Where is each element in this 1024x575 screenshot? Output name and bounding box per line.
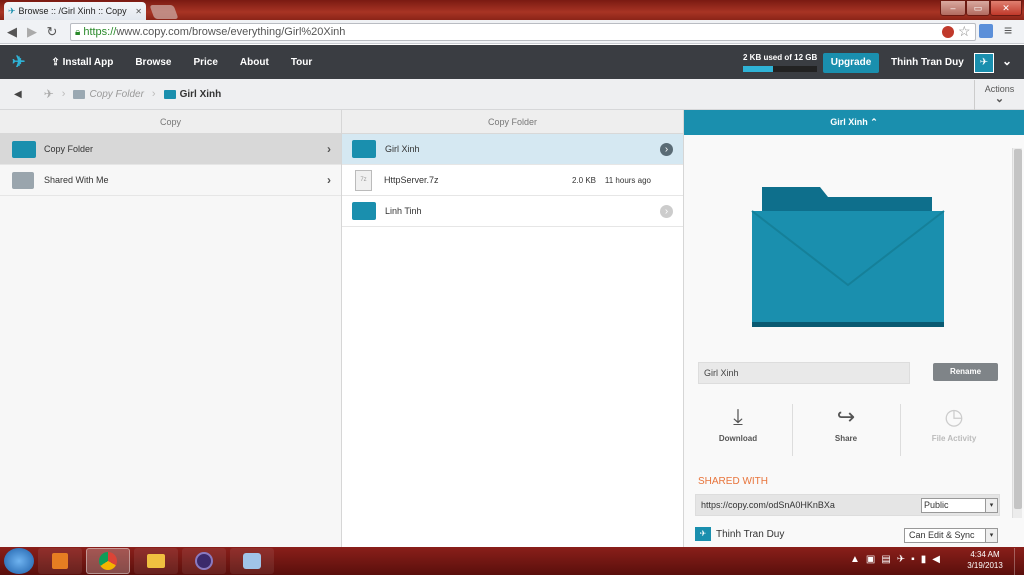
user-avatar[interactable]: ✈ xyxy=(974,53,994,73)
member-name: Thinh Tran Duy xyxy=(716,529,785,540)
show-desktop-button[interactable] xyxy=(1014,548,1024,575)
lock-icon: 🔒︎ xyxy=(75,26,81,38)
chevron-right-icon: › xyxy=(327,173,331,187)
breadcrumb-separator-icon: › xyxy=(61,88,66,100)
reload-icon[interactable]: ↻ xyxy=(44,24,60,40)
tour-link[interactable]: Tour xyxy=(291,57,312,68)
file-modified: 11 hours ago xyxy=(604,175,651,185)
chevron-right-circle-icon: › xyxy=(660,142,673,156)
url-path: www.copy.com/browse/everything/Girl%20Xi… xyxy=(116,26,346,38)
install-app-link[interactable]: ⇪ Install App xyxy=(51,57,113,68)
breadcrumb-home-icon[interactable]: ✈ xyxy=(44,87,54,101)
share-icon: ↪ xyxy=(836,404,856,429)
details-header[interactable]: Girl Xinh ⌃ xyxy=(684,110,1024,135)
breadcrumb-copy-folder[interactable]: Copy Folder xyxy=(89,89,143,100)
divider xyxy=(792,404,793,456)
permission-select[interactable]: Can Edit & Sync ▾ xyxy=(904,528,998,543)
shared-folder-icon xyxy=(12,171,34,189)
storage-usage-text: 2 KB used of 12 GB xyxy=(743,53,818,62)
upgrade-button[interactable]: Upgrade xyxy=(823,53,879,73)
file-size: 2.0 KB xyxy=(571,175,596,185)
rename-button[interactable]: Rename xyxy=(933,363,998,381)
folder-icon xyxy=(352,140,376,158)
chrome-menu-icon[interactable]: ≡ xyxy=(1004,22,1012,38)
new-tab-button[interactable] xyxy=(149,5,179,19)
breadcrumb-current: Girl Xinh xyxy=(179,88,222,100)
browse-link[interactable]: Browse xyxy=(135,57,171,68)
details-scrollbar[interactable] xyxy=(1012,148,1022,518)
scrollbar-thumb[interactable] xyxy=(1014,149,1022,509)
storage-usage-bar xyxy=(743,66,817,72)
visibility-select[interactable]: Public ▾ xyxy=(921,498,998,513)
copy-logo-icon[interactable]: ✈ xyxy=(12,52,25,72)
window-minimize-button[interactable]: – xyxy=(940,0,966,16)
share-link[interactable]: https://copy.com/odSnA0HKnBXa xyxy=(701,500,835,510)
storage-usage-fill xyxy=(743,66,773,72)
url-scheme: https:// xyxy=(83,26,117,38)
clock[interactable]: 4:34 AM 3/19/2013 xyxy=(962,549,1008,571)
list-item-copy-folder[interactable]: Copy Folder › xyxy=(0,134,341,165)
extension-icon[interactable] xyxy=(979,24,993,38)
address-bar[interactable]: 🔒︎ https:// www.copy.com/browse/everythi… xyxy=(70,23,976,41)
eclipse-icon[interactable] xyxy=(182,548,226,574)
browser-tab[interactable]: ✈ Browse :: /Girl Xinh :: Copy ✕ xyxy=(4,2,146,20)
divider xyxy=(900,404,901,456)
file-activity-button[interactable]: ◷ File Activity xyxy=(914,404,994,456)
column-header: Copy xyxy=(0,110,341,134)
media-player-icon[interactable] xyxy=(38,548,82,574)
about-link[interactable]: About xyxy=(240,57,269,68)
window-maximize-button[interactable]: ▭ xyxy=(966,0,990,16)
list-item-shared-with-me[interactable]: Shared With Me › xyxy=(0,165,341,196)
clock-icon: ◷ xyxy=(944,404,964,429)
chevron-right-circle-icon: › xyxy=(660,204,673,218)
back-icon[interactable]: ◀ xyxy=(4,24,20,40)
copy-favicon-icon: ✈ xyxy=(8,5,16,16)
list-item-girl-xinh[interactable]: Girl Xinh › xyxy=(342,134,683,165)
list-item-linh-tinh[interactable]: Linh Tinh › xyxy=(342,196,683,227)
share-button[interactable]: ↪ Share xyxy=(808,404,884,456)
user-menu-chevron-icon[interactable]: ⌄ xyxy=(1002,54,1012,68)
chevron-right-icon: › xyxy=(327,142,331,156)
explorer-icon[interactable] xyxy=(134,548,178,574)
folder-icon xyxy=(163,89,176,99)
chevron-down-icon: ⌄ xyxy=(994,93,1005,105)
copy-folder-icon xyxy=(12,140,36,158)
forward-icon[interactable]: ▶ xyxy=(24,24,40,40)
tab-title: Browse :: /Girl Xinh :: Copy xyxy=(18,6,127,16)
tab-close-icon[interactable]: ✕ xyxy=(135,7,142,16)
chevron-up-icon: ⌃ xyxy=(870,117,878,127)
window-close-button[interactable]: ✕ xyxy=(990,0,1022,16)
breadcrumb-back-icon[interactable]: ◀ xyxy=(14,89,22,100)
column-header: Copy Folder xyxy=(342,110,683,134)
folder-icon xyxy=(352,202,376,220)
actions-menu-button[interactable]: Actions ⌄ xyxy=(974,80,1024,110)
member-avatar: ✈ xyxy=(695,527,711,541)
system-tray-icons[interactable]: ▲▣▤✈▪▮◀ xyxy=(850,554,946,565)
archive-file-icon: 7z xyxy=(355,169,372,191)
copy-folder-icon xyxy=(73,89,86,99)
paint-icon[interactable] xyxy=(230,548,274,574)
user-name[interactable]: Thinh Tran Duy xyxy=(891,57,964,68)
install-icon: ⇪ xyxy=(51,56,63,68)
root-column: Copy Copy Folder › Shared With Me › xyxy=(0,110,342,547)
rename-input[interactable] xyxy=(698,362,910,384)
breadcrumb: ◀ ✈ › Copy Folder › Girl Xinh xyxy=(0,79,1024,110)
shared-with-label: SHARED WITH xyxy=(698,476,768,487)
download-icon: ⤓ xyxy=(733,404,743,429)
dropdown-arrow-icon: ▾ xyxy=(985,529,997,542)
price-link[interactable]: Price xyxy=(193,57,217,68)
bookmark-star-icon[interactable]: ☆ xyxy=(958,23,971,40)
start-button[interactable] xyxy=(4,548,34,574)
share-link-row: https://copy.com/odSnA0HKnBXa Public ▾ xyxy=(695,494,1000,516)
breadcrumb-separator-icon: › xyxy=(151,88,156,100)
large-folder-icon xyxy=(751,187,945,327)
dropdown-arrow-icon: ▾ xyxy=(985,499,997,512)
abp-extension-icon[interactable] xyxy=(942,26,954,38)
list-item-httpserver[interactable]: 7z HttpServer.7z 2.0 KB 11 hours ago xyxy=(342,165,683,196)
folder-column: Copy Folder Girl Xinh › 7z HttpServer.7z… xyxy=(342,110,684,547)
chrome-icon[interactable] xyxy=(86,548,130,574)
download-button[interactable]: ⤓ Download xyxy=(700,404,776,456)
